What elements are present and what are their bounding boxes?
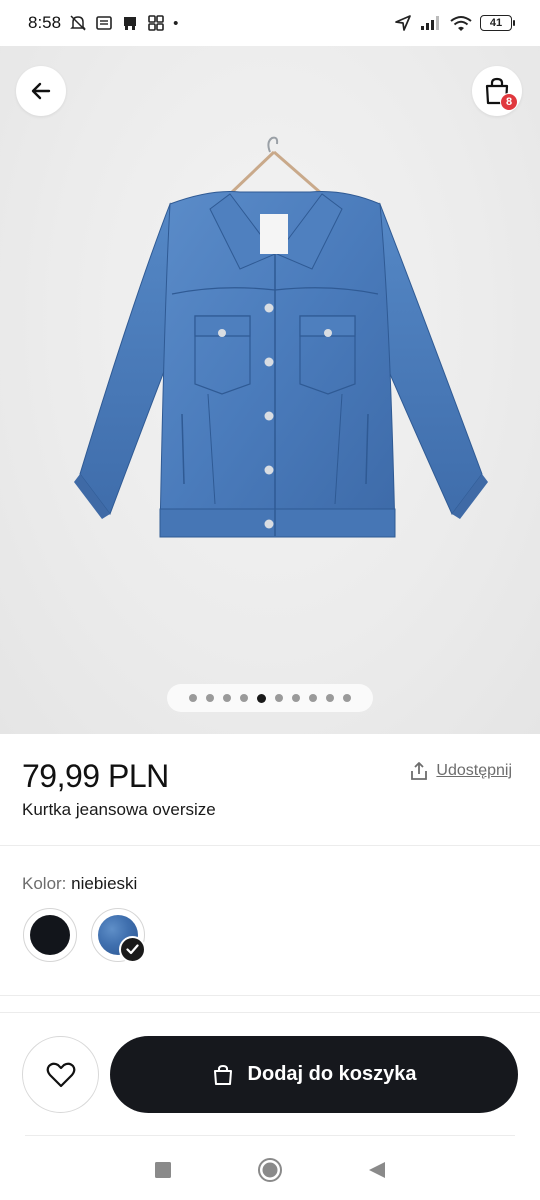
signal-icon	[421, 16, 439, 30]
heart-icon	[46, 1062, 75, 1087]
pagination-dot[interactable]	[326, 694, 334, 702]
product-info: 79,99 PLN Kurtka jeansowa oversize Udost…	[0, 734, 540, 846]
color-label: Kolor: niebieski	[22, 874, 137, 894]
dot-icon: •	[173, 14, 179, 32]
product-gallery[interactable]: 8	[0, 46, 540, 734]
color-value: niebieski	[71, 874, 138, 893]
shopping-bag-icon	[213, 1064, 232, 1085]
pagination-dot[interactable]	[240, 694, 248, 702]
battery-icon: 41	[480, 15, 515, 31]
action-bar: Dodaj do koszyka	[0, 1036, 540, 1114]
status-right: 41	[394, 14, 515, 32]
cart-count-badge: 8	[500, 93, 518, 111]
share-icon	[411, 762, 428, 780]
arrow-left-icon	[31, 82, 51, 100]
back-nav-button[interactable]	[357, 1150, 397, 1190]
pagination-dot[interactable]	[223, 694, 231, 702]
share-label: Udostępnij	[436, 762, 512, 779]
product-image-denim-jacket[interactable]	[60, 94, 490, 554]
pagination-dot[interactable]	[292, 694, 300, 702]
product-price: 79,99 PLN	[22, 758, 169, 794]
divider	[0, 1012, 540, 1013]
swatch-black-fill	[30, 915, 70, 955]
store-icon	[124, 17, 137, 30]
triangle-back-icon	[368, 1162, 385, 1178]
square-icon	[155, 1162, 172, 1178]
status-left: 8:58 •	[28, 13, 178, 33]
add-to-cart-label: Dodaj do koszyka	[247, 1063, 417, 1085]
pagination-dot[interactable]	[343, 694, 351, 702]
circle-icon	[257, 1158, 282, 1182]
pagination-dot[interactable]	[309, 694, 317, 702]
status-bar: 8:58 • 41	[0, 0, 540, 46]
home-button[interactable]	[250, 1150, 290, 1190]
swatch-black[interactable]	[23, 908, 77, 962]
favorite-button[interactable]	[22, 1036, 99, 1113]
add-to-cart-button[interactable]: Dodaj do koszyka	[110, 1036, 518, 1113]
status-time: 8:58	[28, 13, 62, 32]
wifi-icon	[450, 15, 472, 31]
location-icon	[395, 15, 411, 31]
share-button[interactable]: Udostępnij	[408, 760, 512, 782]
system-nav-bar	[0, 1140, 540, 1200]
selected-check-icon	[119, 936, 146, 963]
swatch-blue[interactable]	[91, 908, 146, 963]
apps-icon	[148, 15, 164, 31]
pagination-dot-active[interactable]	[257, 693, 266, 703]
divider	[25, 1135, 515, 1136]
recents-button[interactable]	[143, 1150, 183, 1190]
gallery-pagination	[167, 684, 373, 712]
pagination-dot[interactable]	[206, 694, 214, 702]
news-icon	[96, 16, 112, 30]
pagination-dot[interactable]	[189, 694, 197, 702]
back-button[interactable]	[16, 66, 66, 116]
color-key: Kolor:	[22, 874, 67, 893]
mute-icon	[70, 15, 86, 31]
product-name: Kurtka jeansowa oversize	[22, 800, 216, 819]
pagination-dot[interactable]	[275, 694, 283, 702]
color-selector: Kolor: niebieski	[0, 848, 540, 996]
